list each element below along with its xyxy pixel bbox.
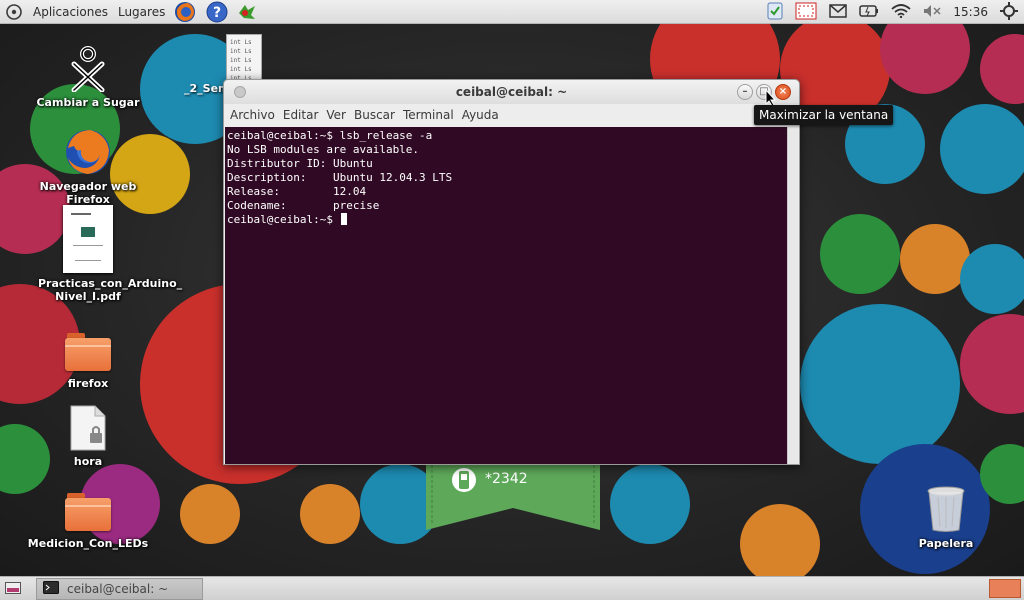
mail-icon[interactable]: [829, 3, 848, 21]
desktop-icon-label: Papelera: [918, 537, 974, 550]
screen-icon[interactable]: [795, 2, 817, 23]
top-panel: Aplicaciones Lugares ? 15:36: [0, 0, 1024, 24]
terminal-scrollbar[interactable]: [787, 127, 798, 464]
menu-archivo[interactable]: Archivo: [226, 108, 279, 122]
bottom-panel: ceibal@ceibal: ~: [0, 576, 1024, 600]
desktop-icon-label: Medicion_Con_LEDs: [27, 537, 149, 550]
clock[interactable]: 15:36: [953, 5, 988, 19]
preview-line: int Ls: [230, 39, 252, 46]
ubuntu-logo-icon[interactable]: [6, 3, 22, 20]
window-title: ceibal@ceibal: ~: [455, 85, 568, 99]
desktop-icon-pdf[interactable]: Practicas_con_Arduino_ Nivel_I.pdf: [23, 205, 183, 303]
terminal-menubar: Archivo Editar Ver Buscar Terminal Ayuda: [224, 104, 799, 126]
desktop-icon-papelera[interactable]: Papelera: [881, 485, 1011, 550]
terminal-prompt-line: ceibal@ceibal:~$: [227, 213, 786, 227]
desktop-icon-medicion-con-leds[interactable]: Medicion_Con_LEDs: [23, 493, 153, 550]
menu-editar[interactable]: Editar: [279, 108, 323, 122]
terminal-line: Description: Ubuntu 12.04.3 LTS: [227, 171, 453, 184]
window-controls: – □ ×: [737, 84, 791, 100]
show-desktop-icon[interactable]: [5, 582, 21, 597]
terminal-line: Release: 12.04: [227, 185, 367, 198]
firefox-icon: [23, 128, 153, 176]
workspace-switcher[interactable]: [989, 579, 1021, 598]
battery-icon[interactable]: [859, 4, 879, 20]
desktop-icon-label: Cambiar a Sugar: [36, 96, 140, 109]
menu-ver[interactable]: Ver: [322, 108, 350, 122]
wifi-icon[interactable]: [891, 3, 912, 21]
locked-file-icon: [69, 405, 107, 451]
text-file-icon: int Ls int Ls int Ls int Ls int Ls: [226, 34, 262, 82]
terminal-icon: [43, 581, 59, 597]
desktop-icon-label: hora: [73, 455, 103, 468]
terminal-line: ceibal@ceibal:~$ lsb_release -a: [227, 129, 433, 142]
firefox-icon[interactable]: [174, 1, 196, 23]
terminal-line: No LSB modules are available.: [227, 143, 420, 156]
update-shield-icon[interactable]: [767, 2, 783, 23]
desktop-icon-firefox-folder[interactable]: firefox: [23, 333, 153, 390]
menu-lugares[interactable]: Lugares: [113, 0, 170, 24]
close-button[interactable]: ×: [775, 84, 791, 100]
menu-buscar[interactable]: Buscar: [350, 108, 399, 122]
system-tray: 15:36: [761, 0, 1024, 24]
window-menu-icon[interactable]: [234, 86, 246, 98]
desktop-icon-firefox[interactable]: Navegador web Firefox: [23, 128, 153, 206]
desktop-icon-label: Practicas_con_Arduino_ Nivel_I.pdf: [38, 277, 183, 303]
svg-text:?: ?: [213, 5, 221, 21]
window-titlebar[interactable]: ceibal@ceibal: ~ – □ ×: [224, 80, 799, 104]
desktop-icon-hora[interactable]: hora: [23, 405, 153, 468]
sugar-xo-icon: [23, 46, 153, 92]
ribbon-text: *2342: [485, 471, 528, 487]
trash-icon: [881, 485, 1011, 533]
menu-ayuda[interactable]: Ayuda: [458, 108, 503, 122]
terminal-line: Distributor ID: Ubuntu: [227, 157, 373, 170]
terminal-output[interactable]: ceibal@ceibal:~$ lsb_release -a No LSB m…: [225, 127, 788, 464]
terminal-window[interactable]: ceibal@ceibal: ~ – □ × Archivo Editar Ve…: [223, 79, 800, 465]
desktop-icon-label: Navegador web Firefox: [39, 180, 137, 206]
taskbar-label: ceibal@ceibal: ~: [67, 582, 169, 596]
tooltip: Maximizar la ventana: [754, 105, 894, 125]
menu-terminal[interactable]: Terminal: [399, 108, 458, 122]
preview-line: int Ls: [230, 57, 252, 64]
phone-icon: [451, 466, 477, 498]
desktop-icon-cambiar-a-sugar[interactable]: Cambiar a Sugar: [23, 46, 153, 109]
taskbar-terminal-button[interactable]: ceibal@ceibal: ~: [36, 578, 203, 600]
pdf-document-icon: [63, 205, 113, 273]
folder-icon: [65, 333, 111, 371]
update-icon[interactable]: [236, 1, 258, 23]
terminal-line: Codename: precise: [227, 199, 380, 212]
volume-muted-icon[interactable]: [923, 4, 941, 21]
desktop-icon-label: firefox: [67, 377, 109, 390]
power-icon[interactable]: [1000, 1, 1018, 23]
terminal-prompt: ceibal@ceibal:~$: [227, 213, 340, 226]
preview-line: int Ls: [230, 48, 252, 55]
text-cursor: [340, 213, 347, 225]
help-icon[interactable]: ?: [206, 1, 228, 23]
minimize-button[interactable]: –: [737, 84, 753, 100]
menu-aplicaciones[interactable]: Aplicaciones: [28, 0, 113, 24]
folder-icon: [65, 493, 111, 531]
preview-line: int Ls: [230, 66, 252, 73]
